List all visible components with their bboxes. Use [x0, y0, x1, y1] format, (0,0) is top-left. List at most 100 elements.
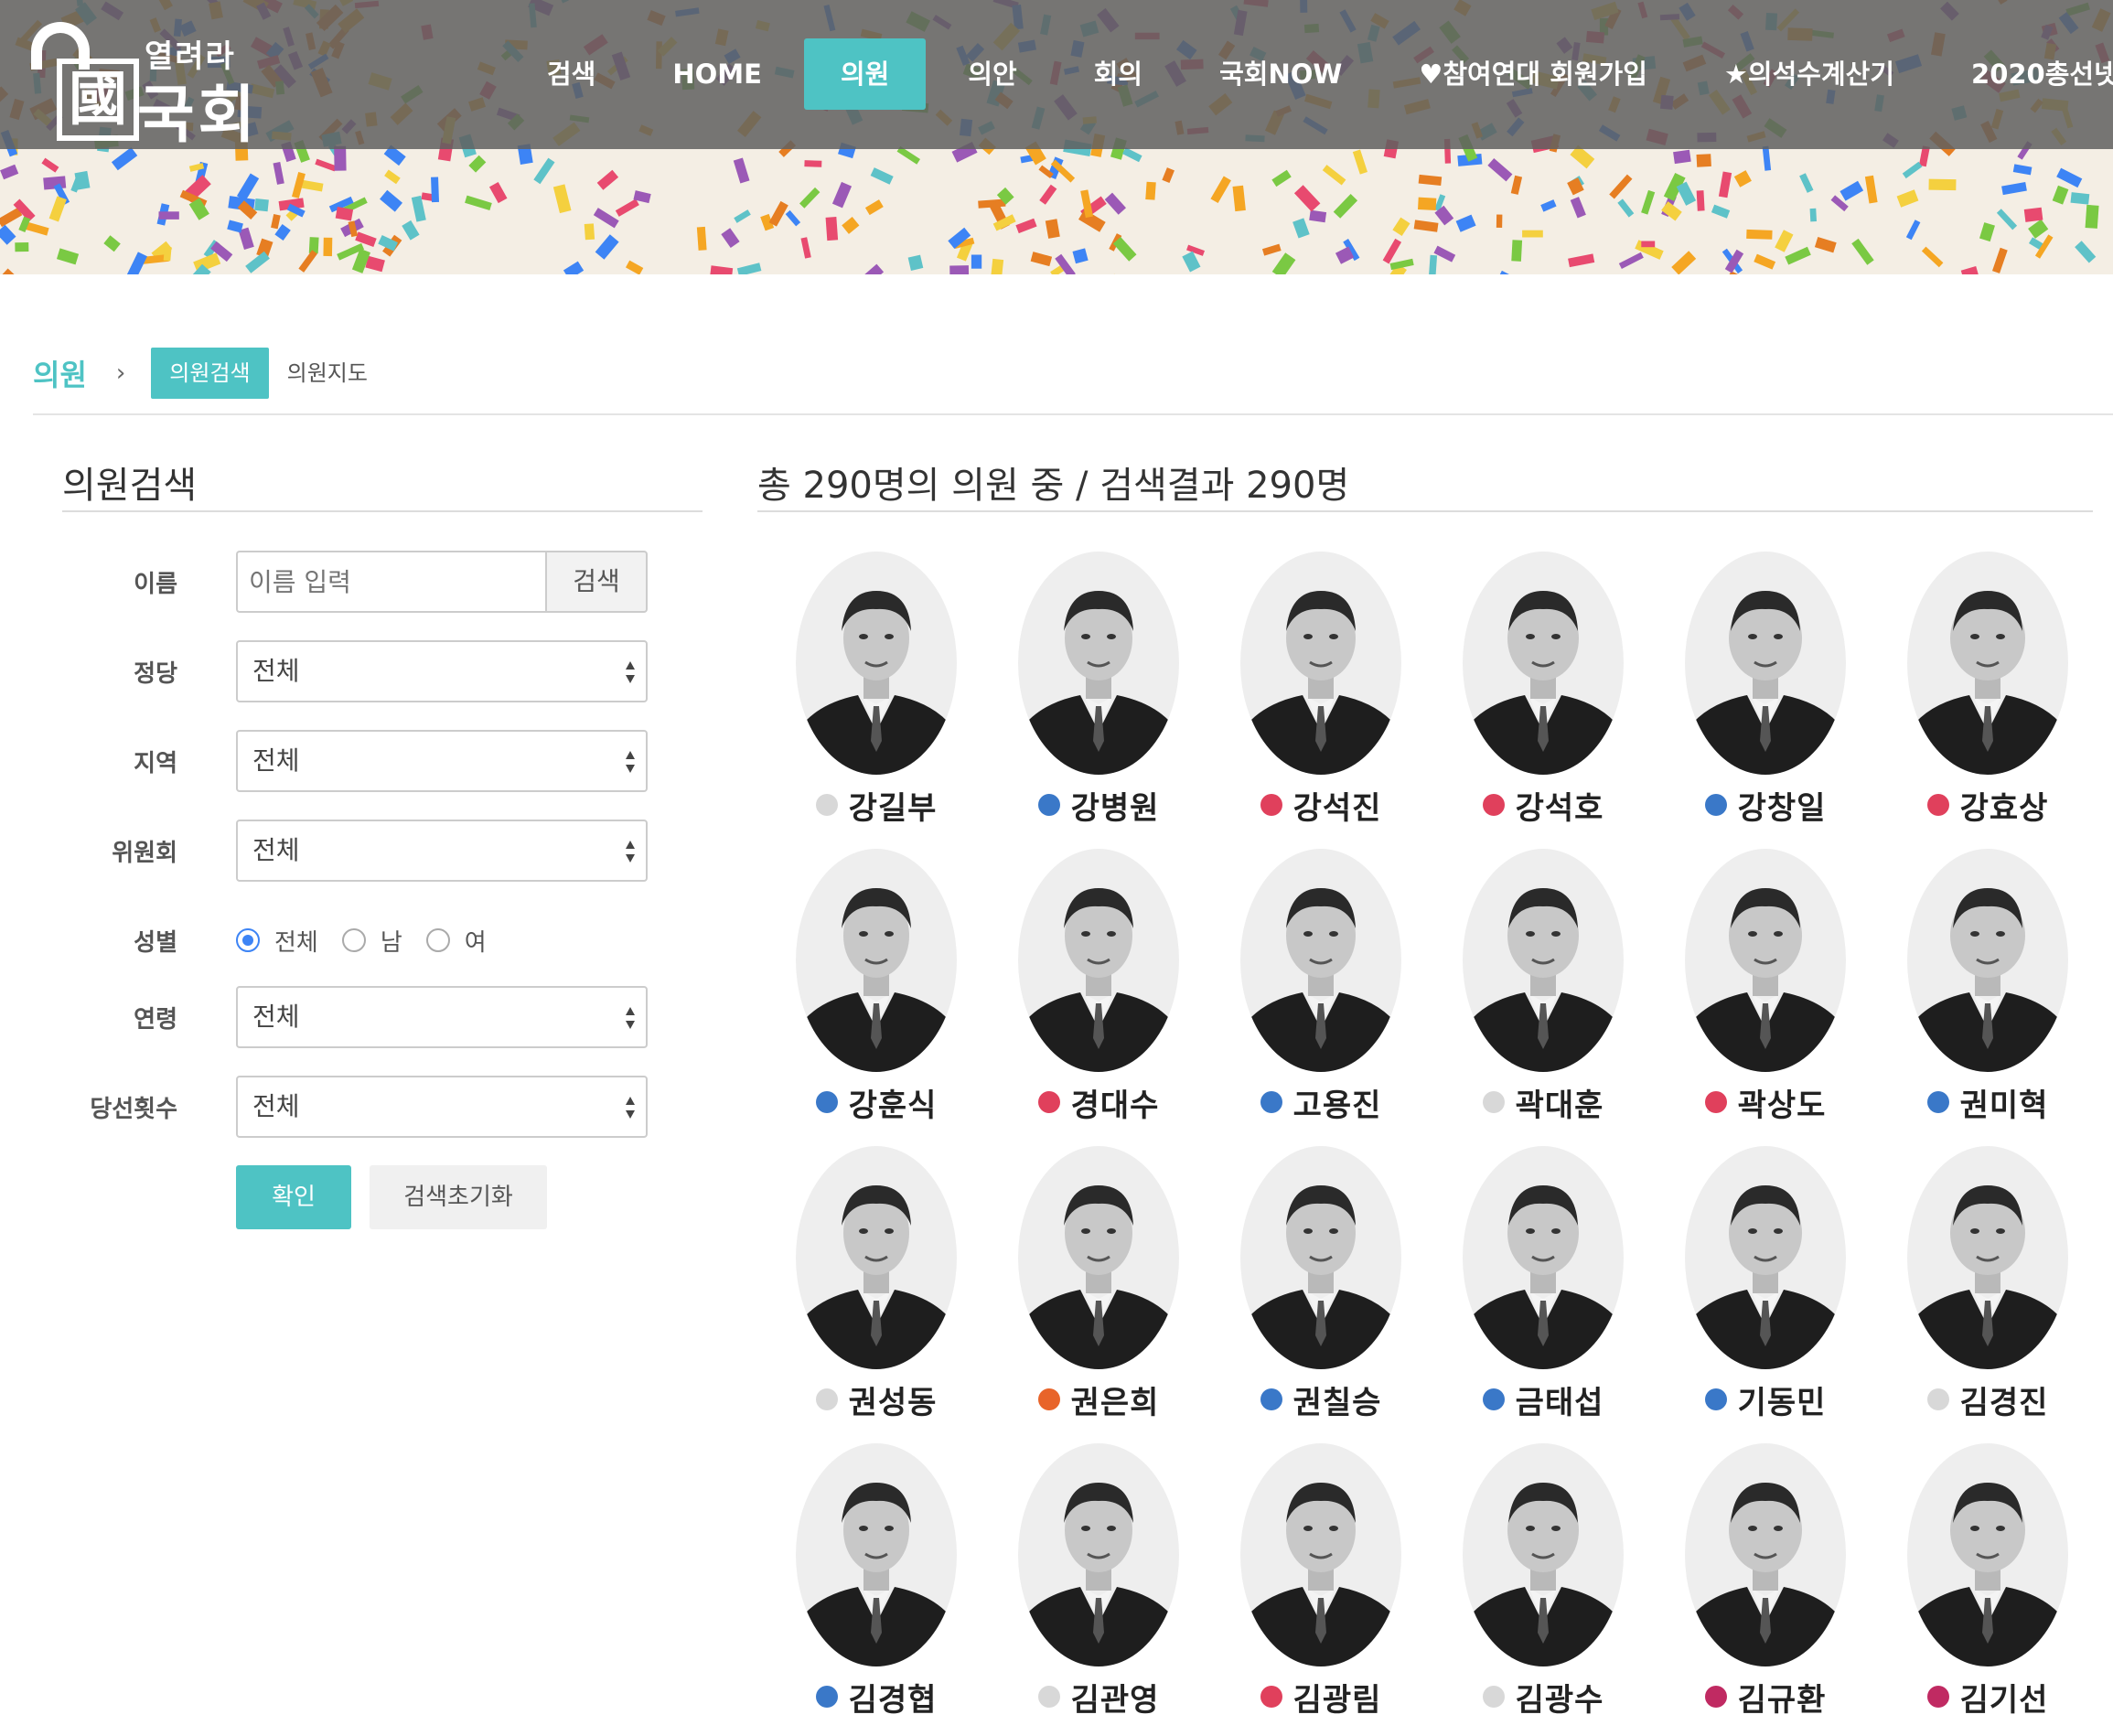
member-photo[interactable] [794, 846, 959, 1075]
member-name[interactable]: 권칠승 [1293, 1377, 1382, 1422]
tab-member-search[interactable]: 의원검색 [151, 348, 269, 399]
member-photo[interactable] [1239, 1441, 1403, 1669]
member-card[interactable]: 김관영 [989, 1435, 1199, 1719]
party-color-dot [1260, 1686, 1282, 1708]
member-photo[interactable] [1905, 846, 2070, 1075]
member-photo[interactable] [1683, 549, 1848, 777]
region-select[interactable]: 전체 [236, 730, 648, 792]
member-photo[interactable] [1016, 1441, 1181, 1669]
member-photo[interactable] [1461, 1441, 1625, 1669]
member-name[interactable]: 강효상 [1960, 783, 2049, 828]
member-photo[interactable] [1905, 1441, 2070, 1669]
nav-item-bills[interactable]: 의안 [929, 38, 1055, 110]
confirm-button[interactable]: 확인 [236, 1165, 351, 1229]
nav-item-assembly-now[interactable]: 국회NOW [1181, 38, 1380, 110]
member-card[interactable]: 금태섭 [1433, 1138, 1644, 1421]
member-card[interactable]: 김광수 [1433, 1435, 1644, 1719]
search-button[interactable]: 검색 [545, 551, 648, 613]
terms-select[interactable]: 전체 [236, 1076, 648, 1138]
member-name[interactable]: 김규환 [1738, 1675, 1827, 1720]
member-name[interactable]: 기동민 [1738, 1377, 1827, 1422]
nav-item-seat-calculator[interactable]: ★의석수계산기 [1686, 38, 1933, 110]
member-name[interactable]: 강훈식 [849, 1080, 938, 1125]
reset-button[interactable]: 검색초기화 [370, 1165, 547, 1229]
member-photo[interactable] [794, 549, 959, 777]
nav-item-election-net[interactable]: 2020총선넷 [1933, 38, 2113, 110]
gender-radio-female[interactable] [425, 928, 450, 952]
member-photo[interactable] [1239, 846, 1403, 1075]
member-photo[interactable] [1905, 549, 2070, 777]
member-name[interactable]: 김경협 [849, 1675, 938, 1720]
member-card[interactable]: 강병원 [989, 543, 1199, 827]
member-card[interactable]: 권성동 [767, 1138, 977, 1421]
member-card[interactable]: 강훈식 [767, 841, 977, 1124]
member-card[interactable]: 강창일 [1656, 543, 1866, 827]
party-select[interactable]: 전체 [236, 640, 648, 702]
member-photo[interactable] [1016, 846, 1181, 1075]
member-photo[interactable] [1683, 846, 1848, 1075]
member-photo[interactable] [1461, 549, 1625, 777]
member-card[interactable]: 김경협 [767, 1435, 977, 1719]
member-card[interactable]: 김규환 [1656, 1435, 1866, 1719]
member-name[interactable]: 김관영 [1071, 1675, 1160, 1720]
member-card[interactable]: 권은희 [989, 1138, 1199, 1421]
member-photo[interactable] [1461, 846, 1625, 1075]
member-name[interactable]: 곽대훈 [1516, 1080, 1604, 1125]
member-name[interactable]: 강석호 [1516, 783, 1604, 828]
member-name[interactable]: 권은희 [1071, 1377, 1160, 1422]
member-photo[interactable] [1683, 1143, 1848, 1372]
member-name[interactable]: 고용진 [1293, 1080, 1382, 1125]
member-card[interactable]: 강석진 [1211, 543, 1421, 827]
member-card[interactable]: 경대수 [989, 841, 1199, 1124]
member-card[interactable]: 강효상 [1878, 543, 2088, 827]
member-card[interactable]: 곽대훈 [1433, 841, 1644, 1124]
gender-radio-all[interactable] [236, 928, 260, 952]
member-name[interactable]: 강병원 [1071, 783, 1160, 828]
member-card[interactable]: 기동민 [1656, 1138, 1866, 1421]
member-photo[interactable] [794, 1143, 959, 1372]
member-name[interactable]: 경대수 [1071, 1080, 1160, 1125]
committee-select[interactable]: 전체 [236, 820, 648, 882]
member-card[interactable]: 곽상도 [1656, 841, 1866, 1124]
member-photo[interactable] [1461, 1143, 1625, 1372]
member-name[interactable]: 김광림 [1293, 1675, 1382, 1720]
member-name[interactable]: 강길부 [849, 783, 938, 828]
tab-member-map[interactable]: 의원지도 [269, 348, 386, 399]
member-photo[interactable] [1016, 1143, 1181, 1372]
member-photo[interactable] [1905, 1143, 2070, 1372]
member-name[interactable]: 강석진 [1293, 783, 1382, 828]
name-input[interactable] [236, 551, 547, 613]
member-name[interactable]: 김경진 [1960, 1377, 2049, 1422]
member-photo[interactable] [1683, 1441, 1848, 1669]
party-label: 정당 [134, 659, 177, 688]
member-card[interactable]: 권미혁 [1878, 841, 2088, 1124]
member-name[interactable]: 권미혁 [1960, 1080, 2049, 1125]
member-card[interactable]: 권칠승 [1211, 1138, 1421, 1421]
member-name[interactable]: 강창일 [1738, 783, 1827, 828]
member-card[interactable]: 김경진 [1878, 1138, 2088, 1421]
member-card[interactable]: 고용진 [1211, 841, 1421, 1124]
member-photo[interactable] [1239, 549, 1403, 777]
nav-item-members[interactable]: 의원 [803, 38, 927, 110]
member-name[interactable]: 곽상도 [1738, 1080, 1827, 1125]
member-name[interactable]: 김기선 [1960, 1675, 2049, 1720]
member-photo[interactable] [1239, 1143, 1403, 1372]
gender-radio-male[interactable] [341, 928, 366, 952]
member-card[interactable]: 김기선 [1878, 1435, 2088, 1719]
site-logo[interactable]: 國 열려라 국회 [31, 16, 287, 152]
member-name[interactable]: 금태섭 [1516, 1377, 1604, 1422]
member-photo[interactable] [1016, 549, 1181, 777]
member-name[interactable]: 권성동 [849, 1377, 938, 1422]
age-select[interactable]: 전체 [236, 986, 648, 1048]
nav-item-search[interactable]: 검색 [509, 38, 634, 110]
breadcrumb-root[interactable]: 의원 [33, 352, 87, 394]
party-color-dot [1482, 1388, 1505, 1410]
nav-item-home[interactable]: HOME [634, 38, 800, 110]
nav-item-join[interactable]: ♥참여연대 회원가입 [1380, 38, 1686, 110]
member-card[interactable]: 강석호 [1433, 543, 1644, 827]
member-card[interactable]: 강길부 [767, 543, 977, 827]
member-photo[interactable] [794, 1441, 959, 1669]
nav-item-meetings[interactable]: 회의 [1056, 38, 1181, 110]
member-name[interactable]: 김광수 [1516, 1675, 1604, 1720]
member-card[interactable]: 김광림 [1211, 1435, 1421, 1719]
